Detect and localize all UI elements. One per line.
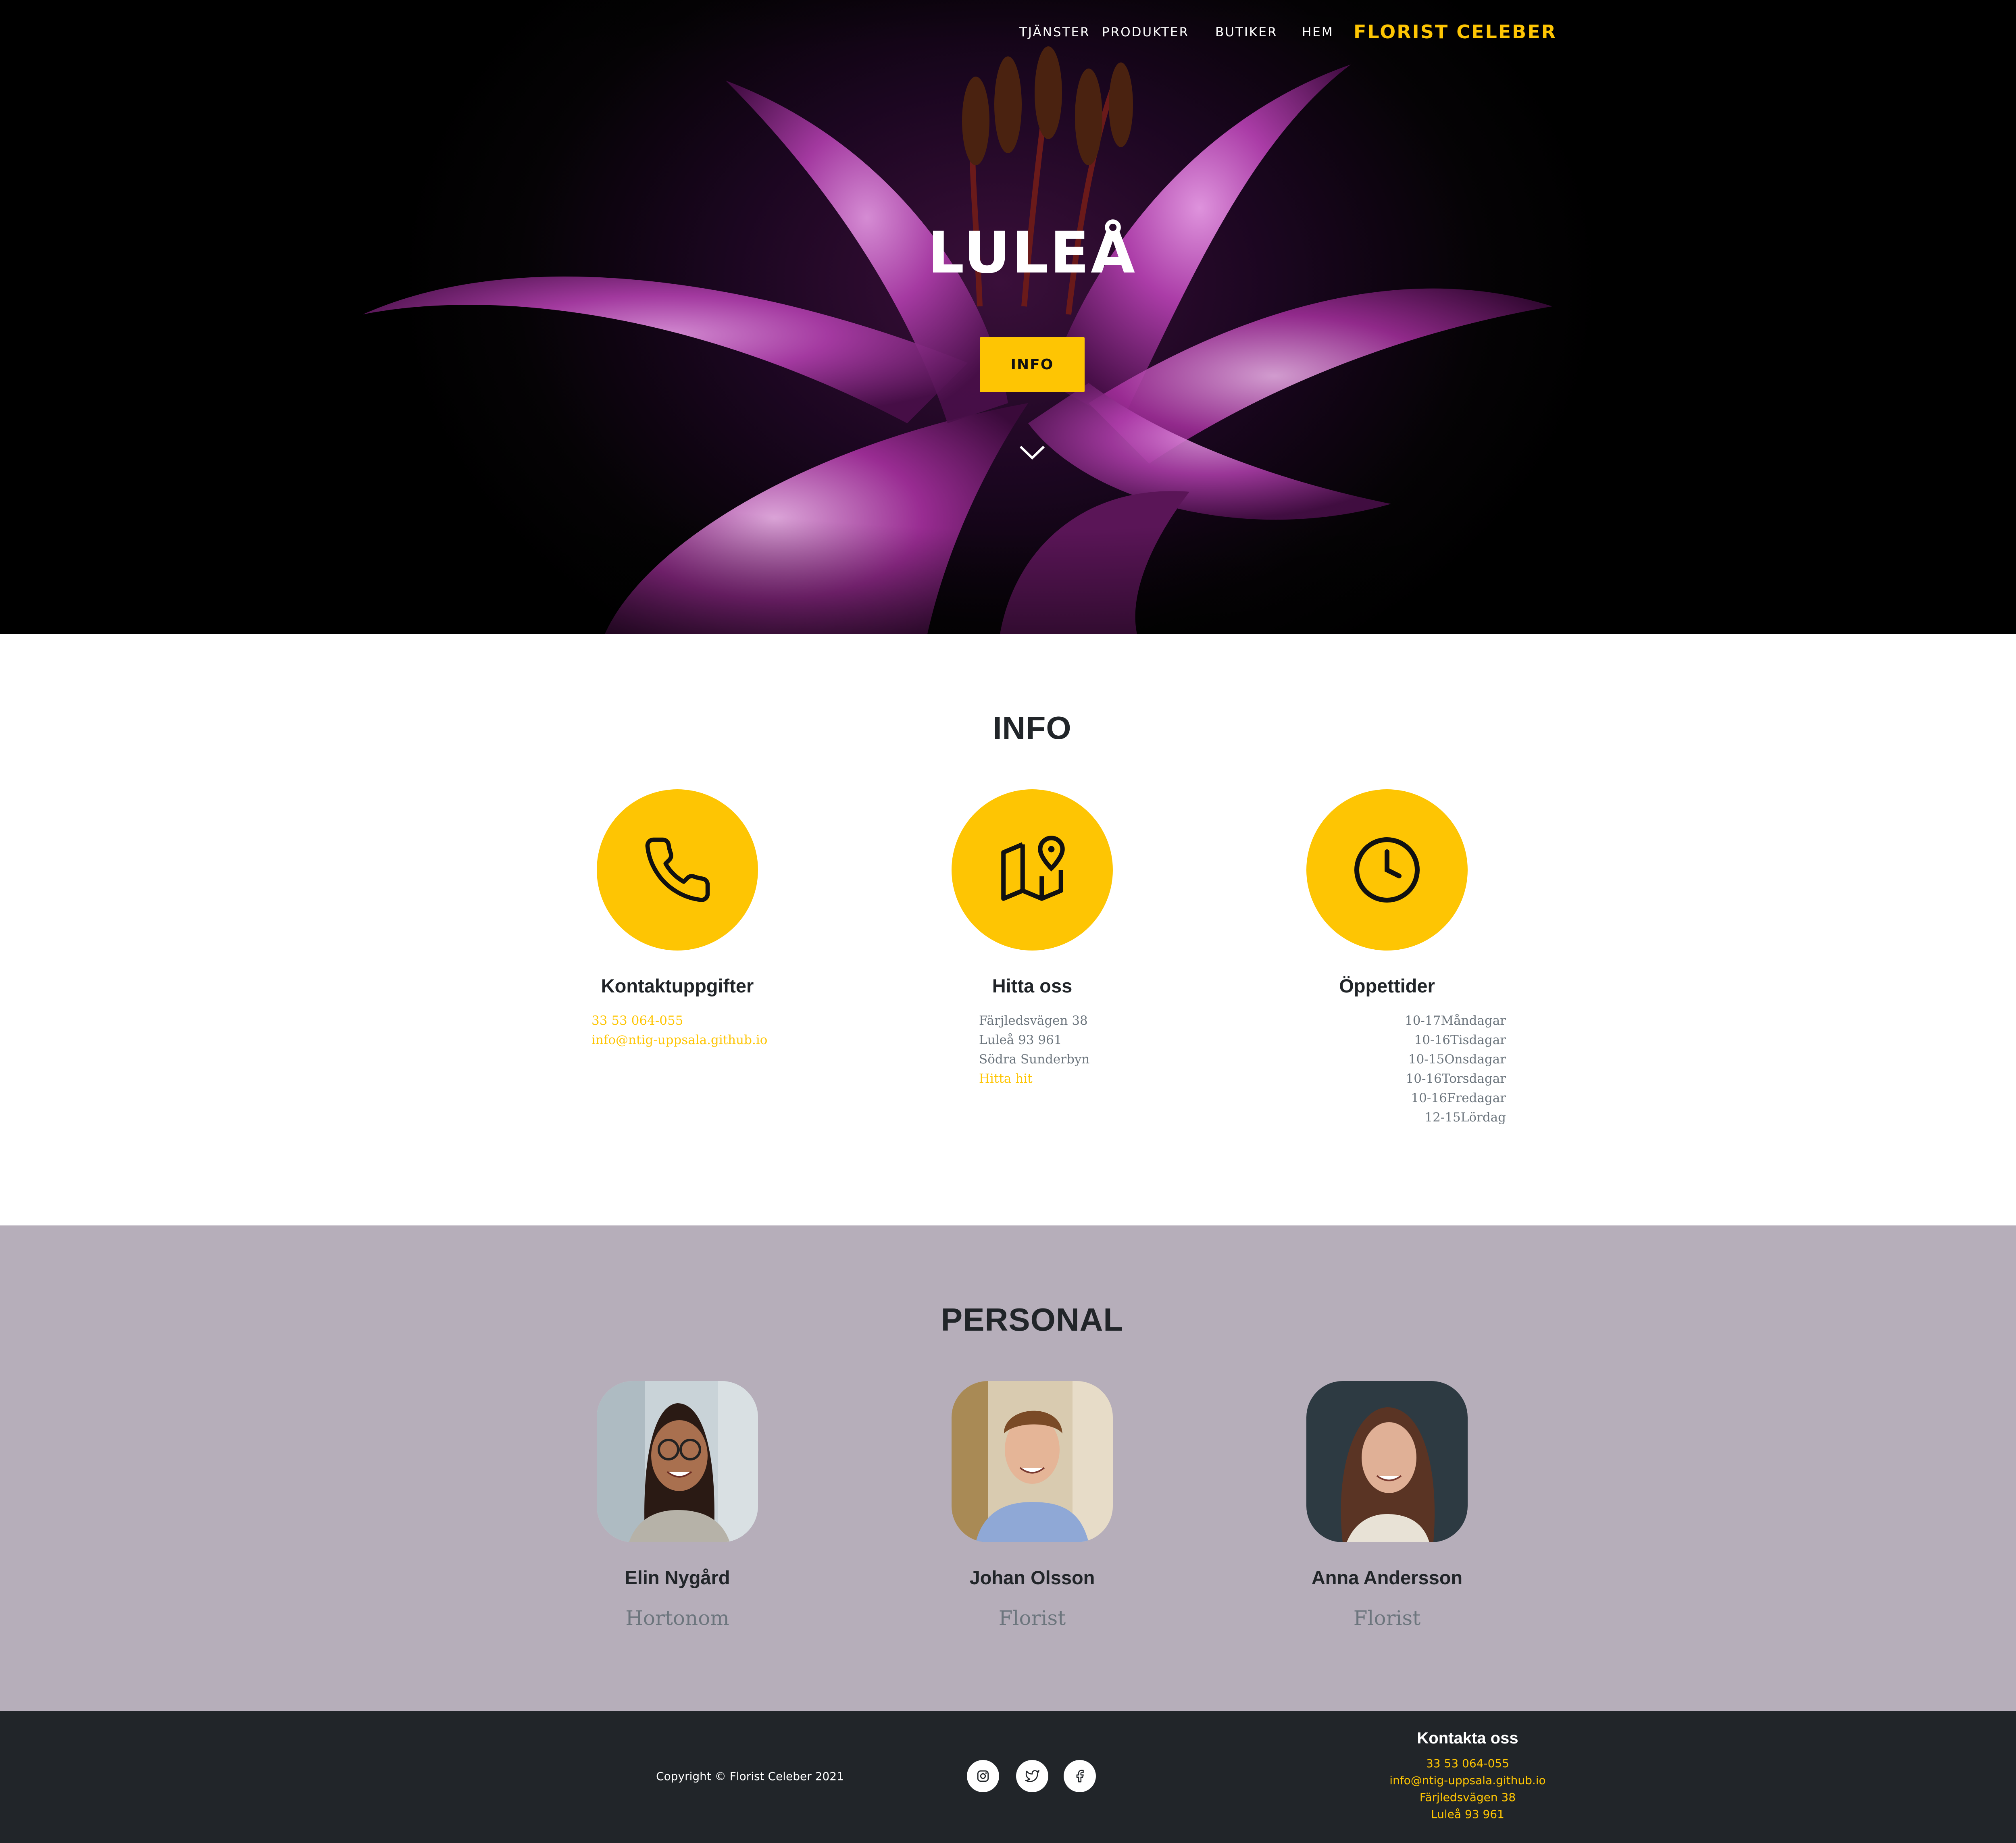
instagram-button[interactable] [967,1760,999,1792]
phone-icon-circle [597,789,758,951]
chevron-down-icon[interactable] [1018,443,1046,461]
hours-row: 10-15Onsdagar [1408,1052,1506,1067]
map-pin-icon [1001,836,1065,901]
info-button[interactable]: INFO [980,337,1085,392]
hours-row: 10-16Fredagar [1411,1091,1506,1105]
contact-title: Kontaktuppgifter [601,975,754,996]
find-us-title: Hitta oss [992,975,1073,996]
brand-logo[interactable]: FLORIST CELEBER [1354,21,1557,43]
phone-icon [645,837,710,902]
instagram-icon [977,1770,989,1782]
nav-link-tjanster[interactable]: TJÄNSTER [1019,25,1090,40]
footer-contact-line[interactable]: info@ntig-uppsala.github.io [1266,1774,1669,1787]
hours-row: 12-15Lördag [1425,1110,1506,1125]
avatar-johan [952,1381,1113,1542]
person-role: Florist [1353,1606,1421,1630]
map-icon-circle [952,789,1113,951]
contact-email-link[interactable]: info@ntig-uppsala.github.io [591,1030,767,1050]
clock-icon-circle [1306,789,1468,951]
twitter-button[interactable] [1016,1760,1048,1792]
person-role: Hortonom [625,1606,729,1630]
contact-details: 33 53 064-055 info@ntig-uppsala.github.i… [591,1011,767,1050]
find-directions-link[interactable]: Hitta hit [979,1069,1089,1088]
nav-link-butiker[interactable]: BUTIKER [1215,25,1278,40]
facebook-icon [1076,1770,1084,1783]
twitter-icon [1025,1770,1039,1782]
nav-link-produkter[interactable]: PRODUKTER [1102,25,1189,40]
avatar-anna [1306,1381,1468,1542]
address-line: Luleå 93 961 [979,1033,1062,1047]
hero-title: LULEÅ [927,220,1137,286]
copyright-text: Copyright © Florist Celeber 2021 [656,1770,844,1783]
footer-contact-line: Färjledsvägen 38 [1419,1791,1516,1804]
footer-contact-line[interactable]: 33 53 064-055 [1266,1757,1669,1770]
person-name: Elin Nygård [625,1567,730,1588]
nav-link-hem[interactable]: HEM [1302,25,1334,40]
person-name: Johan Olsson [969,1567,1095,1588]
address-details: Färjledsvägen 38 Luleå 93 961 Södra Sund… [979,1011,1089,1088]
hours-row: 10-16Tisdagar [1414,1033,1506,1047]
lily-flower-image [0,0,2016,634]
clock-icon [1354,837,1420,903]
facebook-button[interactable] [1064,1760,1096,1792]
address-line: Färjledsvägen 38 [979,1013,1088,1028]
avatar-elin [597,1381,758,1542]
footer-contact-title: Kontakta oss [1417,1729,1518,1747]
person-name: Anna Andersson [1311,1567,1463,1588]
contact-phone-link[interactable]: 33 53 064-055 [591,1011,767,1030]
hours-row: 10-17Måndagar [1404,1013,1506,1028]
address-line: Södra Sunderbyn [979,1052,1090,1067]
hours-list: 10-17Måndagar 10-16Tisdagar 10-15Onsdaga… [1331,1011,1506,1127]
footer-contact-line: Luleå 93 961 [1431,1808,1504,1821]
footer [0,1711,2016,1843]
person-role: Florist [998,1606,1066,1630]
hero-section: TJÄNSTER PRODUKTER BUTIKER HEM FLORIST C… [0,0,2016,634]
personal-section-title: PERSONAL [941,1302,1124,1338]
opening-hours-title: Öppettider [1339,975,1435,996]
info-section-title: INFO [993,710,1072,746]
hours-row: 10-16Torsdagar [1406,1071,1506,1086]
